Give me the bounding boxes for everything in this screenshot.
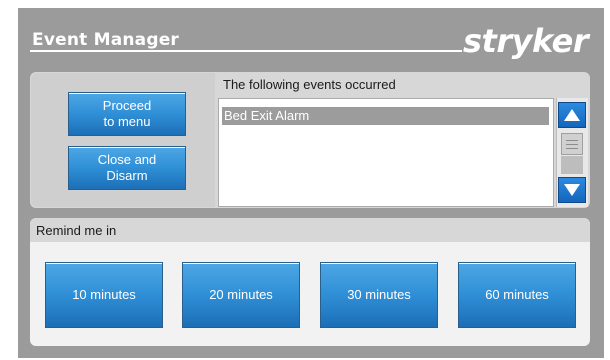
triangle-down-icon (564, 184, 580, 196)
list-item[interactable]: Bed Exit Alarm (222, 107, 549, 125)
title-underline (30, 50, 462, 52)
event-manager-screen: Event Manager stryker Proceed to menu Cl… (0, 0, 610, 360)
scroll-thumb[interactable] (561, 133, 583, 155)
page-title: Event Manager (32, 30, 180, 50)
proceed-to-menu-label: Proceed to menu (102, 98, 152, 129)
remind-20-minutes-button[interactable]: 20 minutes (182, 262, 300, 328)
remind-30-minutes-button[interactable]: 30 minutes (320, 262, 438, 328)
grip-icon (566, 140, 578, 141)
brand-logo: stryker (463, 22, 589, 60)
events-header: The following events occurred (220, 74, 586, 96)
remind-30-label: 30 minutes (347, 287, 411, 302)
remind-10-label: 10 minutes (72, 287, 136, 302)
proceed-to-menu-button[interactable]: Proceed to menu (68, 92, 186, 136)
events-list[interactable]: Bed Exit Alarm (218, 98, 554, 207)
close-and-disarm-button[interactable]: Close and Disarm (68, 146, 186, 190)
reminder-title: Remind me in (36, 223, 117, 238)
triangle-up-icon (564, 109, 580, 121)
remind-10-minutes-button[interactable]: 10 minutes (45, 262, 163, 328)
remind-20-label: 20 minutes (209, 287, 273, 302)
close-and-disarm-label: Close and Disarm (97, 152, 157, 183)
remind-60-minutes-button[interactable]: 60 minutes (458, 262, 576, 328)
scroll-track-segment (561, 156, 583, 174)
scroll-down-button[interactable] (558, 177, 586, 203)
grip-icon (566, 148, 578, 149)
grip-icon (566, 144, 578, 145)
left-margin (0, 0, 18, 360)
remind-60-label: 60 minutes (485, 287, 549, 302)
scroll-up-button[interactable] (558, 102, 586, 128)
